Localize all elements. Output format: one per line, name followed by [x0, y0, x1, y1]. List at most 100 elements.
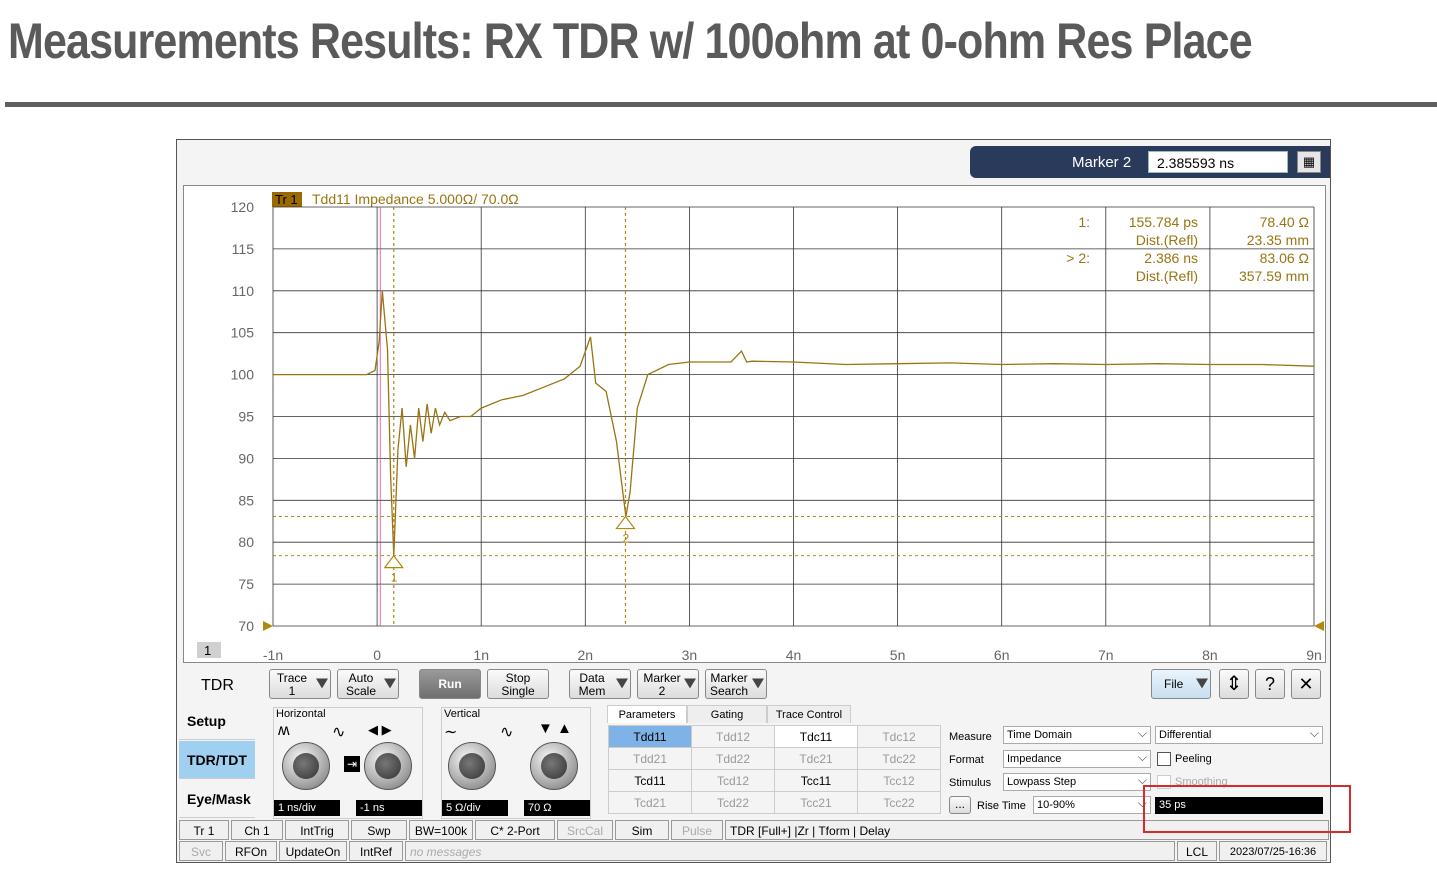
marker-button[interactable]: Marker 2 — [637, 669, 699, 699]
marker-readout-time: 2.386 ns — [1144, 250, 1198, 266]
move-updown-icon[interactable]: ⇕ — [1219, 669, 1249, 699]
y-tick-label: 115 — [232, 241, 255, 257]
down-up-arrows-icon[interactable]: ▼ ▲ — [538, 720, 572, 737]
sine-icon[interactable]: ∿ — [332, 722, 345, 742]
param-cell[interactable]: Tcc12 — [857, 769, 941, 792]
wave-icon[interactable]: ʍ — [278, 722, 290, 740]
autoscale-button[interactable]: Auto Scale — [337, 669, 399, 699]
status-intref[interactable]: IntRef — [349, 841, 403, 861]
mode-select[interactable]: Differential — [1155, 725, 1323, 744]
tab-setup[interactable]: Setup — [179, 702, 255, 740]
param-cell[interactable]: Tcd12 — [691, 769, 775, 792]
status-pulse[interactable]: Pulse — [671, 820, 723, 840]
marker-readout-bar: Marker 2 2.385593 ns ▦ — [970, 146, 1330, 178]
measure-select[interactable]: Time Domain — [1003, 725, 1151, 744]
status-trigger[interactable]: IntTrig — [285, 820, 349, 840]
status-bandwidth[interactable]: BW=100k — [409, 820, 473, 840]
vertical-scale-value[interactable]: 5 Ω/div — [442, 800, 508, 816]
tab-parameters[interactable]: Parameters — [607, 705, 687, 723]
calculator-icon[interactable]: ▦ — [1297, 151, 1321, 173]
horizontal-scale-knob[interactable] — [282, 742, 330, 790]
horizontal-position-value[interactable]: -1 ns — [356, 800, 422, 816]
status-messages: no messages — [405, 841, 1175, 861]
marker-readout-value: 357.59 mm — [1239, 268, 1309, 284]
stimulus-select[interactable]: Lowpass Step — [1003, 772, 1151, 791]
param-cell[interactable]: Tdc22 — [857, 747, 941, 770]
tab-gating[interactable]: Gating — [687, 705, 767, 723]
format-select[interactable]: Impedance — [1003, 749, 1151, 768]
param-cell[interactable]: Tdc12 — [857, 725, 941, 748]
stimulus-options-button[interactable]: ... — [949, 796, 971, 814]
param-cell[interactable]: Tcd11 — [608, 769, 692, 792]
param-cell[interactable]: Tdd22 — [691, 747, 775, 770]
horizontal-position-knob[interactable] — [364, 742, 412, 790]
x-tick-label: 1n — [473, 647, 489, 662]
snap-arrow-icon[interactable]: ⇥ — [344, 756, 360, 772]
param-cell[interactable]: Tcc21 — [774, 791, 858, 814]
stop-single-button[interactable]: Stop Single — [487, 669, 549, 699]
run-button[interactable]: Run — [419, 669, 481, 699]
param-cell[interactable]: Tdc21 — [774, 747, 858, 770]
status-sim[interactable]: Sim — [615, 820, 669, 840]
tilde-icon[interactable]: ∼ — [444, 722, 457, 742]
close-button[interactable]: ✕ — [1291, 669, 1321, 699]
status-calibration[interactable]: C* 2-Port — [475, 820, 555, 840]
parameter-table: Tdd11 Tdd12 Tdc11 Tdc12 Tdd21 Tdd22 Tdc2… — [608, 725, 941, 814]
help-button[interactable]: ? — [1255, 669, 1285, 699]
marker-value-input[interactable]: 2.385593 ns — [1148, 151, 1288, 173]
tab-trace-control[interactable]: Trace Control — [767, 705, 851, 723]
x-tick-label: 9n — [1306, 647, 1322, 662]
horizontal-group: Horizontal ʍ ∿ ◀ ▶ ⇥ 1 ns/div -1 ns — [273, 707, 423, 819]
marker-readout-value: 78.40 Ω — [1260, 214, 1309, 230]
status-svc[interactable]: Svc — [179, 841, 223, 861]
marker-readout-time: Dist.(Refl) — [1136, 232, 1198, 248]
marker-number-label: 2 — [622, 532, 629, 546]
status-rfon[interactable]: RFOn — [225, 841, 277, 861]
data-mem-button[interactable]: Data Mem — [569, 669, 631, 699]
y-tick-label: 105 — [231, 325, 255, 341]
param-cell[interactable]: Tdd21 — [608, 747, 692, 770]
param-cell[interactable]: Tcc22 — [857, 791, 941, 814]
status-lcl[interactable]: LCL — [1177, 841, 1217, 861]
vertical-scale-knob[interactable] — [448, 742, 496, 790]
status-sweep[interactable]: Swp — [351, 820, 407, 840]
sine-icon[interactable]: ∿ — [500, 722, 513, 742]
param-cell[interactable]: Tdc11 — [774, 725, 858, 748]
highlight-rectangle — [1143, 785, 1351, 833]
file-button[interactable]: File — [1151, 669, 1211, 699]
slide-title: Measurements Results: RX TDR w/ 100ohm a… — [8, 13, 1253, 69]
status-srccal[interactable]: SrcCal — [557, 820, 613, 840]
status-trace[interactable]: Tr 1 — [179, 820, 229, 840]
marker-search-label: Marker Search — [709, 671, 749, 698]
dropdown-arrow-icon — [752, 678, 764, 689]
mode-label: TDR — [201, 677, 234, 694]
left-right-arrows-icon[interactable]: ◀ ▶ — [368, 722, 392, 738]
tab-eye-mask[interactable]: Eye/Mask — [179, 780, 255, 818]
param-cell[interactable]: Tcd21 — [608, 791, 692, 814]
vertical-position-knob[interactable] — [530, 742, 578, 790]
y-tick-label: 75 — [238, 576, 254, 592]
peeling-checkbox[interactable] — [1157, 752, 1171, 766]
tdr-chart: Tr 1 Tdd11 Impedance 5.000Ω/ 70.0Ω -1n 0 1n 2… — [197, 191, 1324, 662]
rise-time-mode-select[interactable]: 10-90% — [1033, 795, 1151, 814]
tab-tdr-tdt[interactable]: TDR/TDT — [179, 741, 255, 779]
status-update[interactable]: UpdateOn — [279, 841, 347, 861]
marker-readout-time: Dist.(Refl) — [1136, 268, 1198, 284]
param-cell[interactable]: Tcc11 — [774, 769, 858, 792]
y-tick-label: 110 — [232, 283, 255, 299]
marker-search-button[interactable]: Marker Search — [705, 669, 767, 699]
vertical-position-value[interactable]: 70 Ω — [524, 800, 590, 816]
marker-readout-time: 155.784 ps — [1129, 214, 1198, 230]
x-tick-label: 5n — [890, 647, 906, 662]
param-cell[interactable]: Tdd11 — [608, 725, 692, 748]
stimulus-label: Stimulus — [949, 777, 992, 789]
status-channel[interactable]: Ch 1 — [231, 820, 283, 840]
reference-right-arrow-icon — [1314, 621, 1324, 631]
title-divider — [5, 102, 1437, 107]
trace-button[interactable]: Trace 1 — [269, 669, 331, 699]
marker-readout-id: 1: — [1078, 214, 1090, 230]
param-cell[interactable]: Tdd12 — [691, 725, 775, 748]
dropdown-arrow-icon — [384, 678, 396, 689]
param-cell[interactable]: Tcd22 — [691, 791, 775, 814]
horizontal-scale-value[interactable]: 1 ns/div — [274, 800, 340, 816]
